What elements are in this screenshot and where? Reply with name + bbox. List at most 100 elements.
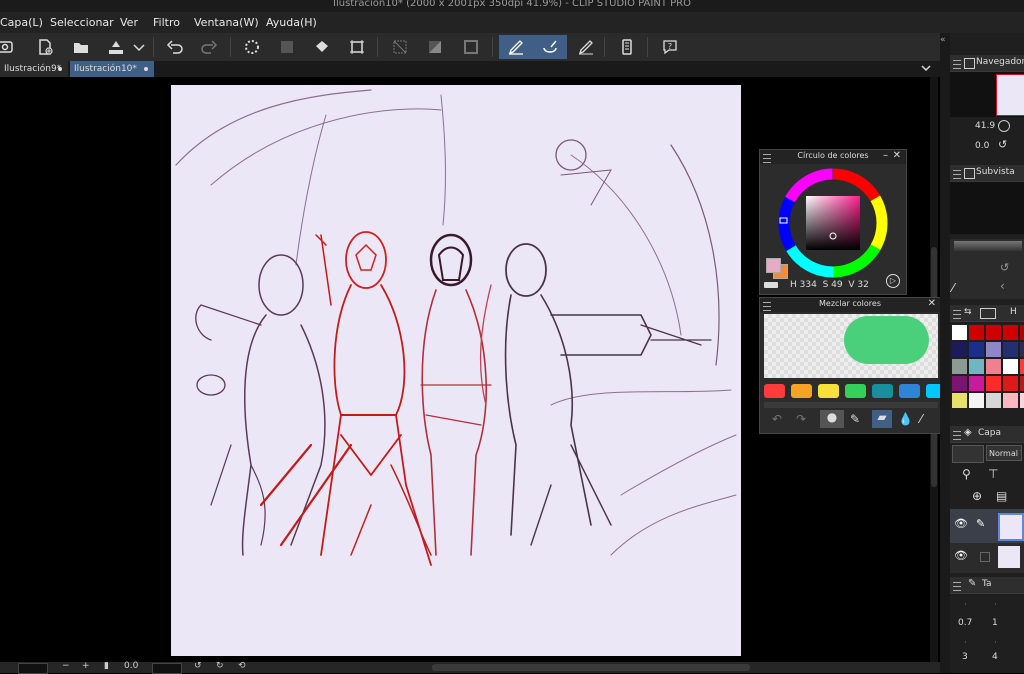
navigator-rotation-value[interactable]: 0.0 <box>975 141 989 151</box>
color-set-swatch[interactable] <box>969 342 984 357</box>
pen-brush-icon[interactable] <box>499 35 533 59</box>
h-value[interactable]: 334 <box>800 280 817 290</box>
menu-ayuda[interactable]: Ayuda(H) <box>266 16 317 29</box>
color-set-swatch[interactable] <box>969 393 984 408</box>
main-color-swatch[interactable] <box>766 258 781 273</box>
color-set-swatch[interactable] <box>1003 393 1018 408</box>
layer-property-dropdown[interactable] <box>952 445 984 463</box>
mixing-color-swatch[interactable] <box>791 384 812 398</box>
mixing-color-swatch[interactable] <box>845 384 866 398</box>
color-space-icon[interactable]: ▷ <box>886 274 900 288</box>
paint-tool-icon[interactable]: ● <box>820 410 844 428</box>
navigator-preview[interactable] <box>950 72 1024 117</box>
zoom-out-icon[interactable] <box>998 120 1010 132</box>
loading-icon[interactable] <box>239 35 265 59</box>
menu-filtro[interactable]: Filtro <box>153 16 180 29</box>
menu-icon[interactable] <box>953 60 961 69</box>
mixing-color-swatch[interactable] <box>899 384 920 398</box>
hue-ring[interactable] <box>776 166 890 280</box>
tab-ilustracion10[interactable]: Ilustración10* <box>70 61 154 77</box>
fill-icon[interactable] <box>309 35 335 59</box>
menu-icon[interactable] <box>953 170 961 179</box>
v-value[interactable]: 32 <box>857 280 868 290</box>
navigator-icon[interactable] <box>0 35 18 59</box>
rotation-field[interactable] <box>152 663 182 674</box>
keypad-key[interactable]: 3 <box>962 652 968 662</box>
menu-icon[interactable] <box>953 582 961 591</box>
color-set-swatch[interactable] <box>1003 376 1018 391</box>
color-set-swatch[interactable] <box>1003 325 1018 340</box>
rotate-left-icon[interactable]: ↺ <box>1000 261 1009 274</box>
blend-mode-dropdown[interactable]: Normal V <box>986 445 1022 461</box>
collapse-icon[interactable]: « <box>940 35 946 45</box>
color-set-swatch[interactable] <box>986 359 1001 374</box>
border-icon[interactable] <box>458 35 484 59</box>
snap-icon[interactable] <box>533 35 567 59</box>
color-set-swatch[interactable] <box>986 342 1001 357</box>
layer-row[interactable]: 👁 <box>950 543 1024 573</box>
rotate-left-icon[interactable]: ↺ <box>998 138 1007 151</box>
close-icon[interactable]: ✕ <box>928 298 936 309</box>
eyedropper-icon[interactable]: ⁄ <box>952 281 954 295</box>
zoom-field[interactable] <box>18 663 48 674</box>
color-set-swatch[interactable] <box>969 376 984 391</box>
rotation-value[interactable]: 0.0 <box>124 661 138 671</box>
hide-selection-icon[interactable] <box>387 35 413 59</box>
keypad-key[interactable]: 4 <box>992 652 998 662</box>
zoom-in-icon[interactable]: + <box>82 661 90 671</box>
color-set-swatch[interactable] <box>952 342 967 357</box>
subview-slider[interactable] <box>954 241 1022 251</box>
layer-checkbox[interactable] <box>980 552 990 562</box>
drawing-canvas[interactable] <box>171 85 741 656</box>
eyedropper-icon[interactable]: ⁄ <box>920 412 922 426</box>
color-set-swatch[interactable] <box>1020 393 1024 408</box>
smartphone-icon[interactable] <box>614 35 640 59</box>
brush-tool-icon[interactable]: ✎ <box>850 412 860 426</box>
menu-icon[interactable] <box>953 431 961 440</box>
menu-capa[interactable]: Capa(L) <box>0 16 43 29</box>
color-set-swatch[interactable] <box>986 376 1001 391</box>
rotate-right-icon[interactable]: ↻ <box>216 661 224 671</box>
horizontal-scrollbar[interactable] <box>432 664 750 671</box>
clear-icon[interactable] <box>274 35 300 59</box>
color-set-swatch[interactable] <box>952 376 967 391</box>
eraser-tool-icon[interactable]: ▰ <box>872 410 892 428</box>
layer-row-selected[interactable]: 👁 ✎ <box>950 509 1024 543</box>
eye-icon[interactable]: 👁 <box>954 517 968 530</box>
open-folder-icon[interactable] <box>68 35 94 59</box>
color-set-swatch[interactable] <box>986 393 1001 408</box>
keypad-key[interactable]: 0.7 <box>958 618 972 628</box>
color-set-swatch[interactable] <box>952 393 967 408</box>
chevron-down-icon[interactable] <box>129 35 149 59</box>
new-layer-icon[interactable]: ⊕ <box>972 489 982 503</box>
close-icon[interactable]: ✕ <box>893 150 901 161</box>
tab-ilustracion9[interactable]: Ilustración9* <box>0 61 68 77</box>
mixing-color-swatch[interactable] <box>872 384 893 398</box>
minimize-icon[interactable]: – <box>883 150 888 161</box>
reset-icon[interactable]: ⟲ <box>238 661 246 671</box>
redo-icon[interactable] <box>196 35 222 59</box>
color-set-swatch[interactable] <box>952 325 967 340</box>
color-set-swatch[interactable] <box>986 325 1001 340</box>
mixing-color-swatch[interactable] <box>764 384 785 398</box>
mixing-scrollbar[interactable] <box>764 402 938 408</box>
s-value[interactable]: 49 <box>831 280 842 290</box>
color-set-swatch[interactable] <box>952 359 967 374</box>
layer-ref-icon[interactable]: ⊤ <box>988 467 998 481</box>
chevron-down-icon[interactable] <box>920 62 932 77</box>
redo-icon[interactable]: ↷ <box>796 412 806 426</box>
color-set-swatch[interactable] <box>969 359 984 374</box>
eye-icon[interactable]: 👁 <box>954 549 968 562</box>
color-set-swatch[interactable] <box>1003 342 1018 357</box>
menu-icon[interactable] <box>953 310 961 319</box>
mixing-canvas[interactable] <box>764 314 938 378</box>
keypad-key[interactable]: 1 <box>992 618 998 628</box>
zoom-out-icon[interactable]: − <box>62 661 70 671</box>
color-mode-icon[interactable] <box>764 282 778 288</box>
blend-tool-icon[interactable]: 💧 <box>898 412 913 426</box>
mixing-color-swatch[interactable] <box>818 384 839 398</box>
undo-icon[interactable]: ↶ <box>772 412 782 426</box>
lock-icon[interactable]: ⚲ <box>962 467 971 481</box>
color-set-swatch[interactable] <box>1020 325 1024 340</box>
color-set-swatch[interactable] <box>969 325 984 340</box>
